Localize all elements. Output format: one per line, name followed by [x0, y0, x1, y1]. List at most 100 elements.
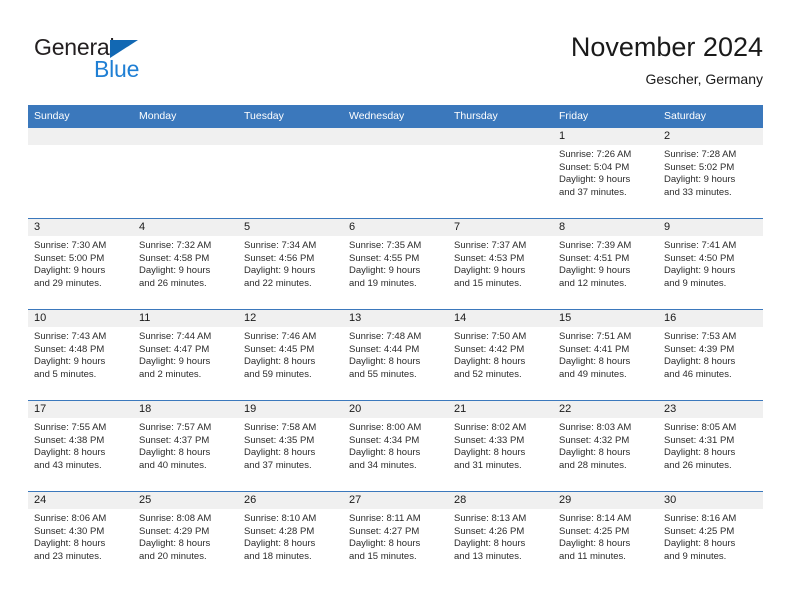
calendar-day-cell[interactable]: 13 Sunrise: 7:48 AM Sunset: 4:44 PM Dayligh…: [343, 309, 448, 401]
calendar-day-cell[interactable]: 21 Sunrise: 8:02 AM Sunset: 4:33 PM Dayligh…: [448, 400, 553, 492]
calendar-day-cell-empty: [238, 127, 343, 219]
day-cell-body: Sunrise: 7:55 AM Sunset: 4:38 PM Daylight:…: [28, 418, 133, 472]
daylight-minutes: and 31 minutes.: [454, 459, 522, 471]
day-number-strip: 18: [133, 401, 238, 418]
sunrise-time: Sunrise: 8:03 AM: [559, 422, 632, 433]
general-blue-logo[interactable]: General Blue: [34, 34, 214, 92]
calendar-day-cell[interactable]: 17 Sunrise: 7:55 AM Sunset: 4:38 PM Dayligh…: [28, 400, 133, 492]
page-header: General Blue November 2024 Gescher, Germ…: [28, 30, 763, 96]
calendar-day-cell[interactable]: 5 Sunrise: 7:34 AM Sunset: 4:56 PM Daylight…: [238, 218, 343, 310]
day-cell-body: Sunrise: 8:08 AM Sunset: 4:29 PM Daylight:…: [133, 509, 238, 563]
calendar-day-cell[interactable]: 30 Sunrise: 8:16 AM Sunset: 4:25 PM Dayligh…: [658, 491, 763, 582]
calendar-day-cell[interactable]: 18 Sunrise: 7:57 AM Sunset: 4:37 PM Dayligh…: [133, 400, 238, 492]
day-number: 13: [349, 312, 362, 324]
day-number-strip: 1: [553, 128, 658, 145]
weekday-header-tuesday: Tuesday: [238, 105, 343, 128]
calendar-day-cell[interactable]: 6 Sunrise: 7:35 AM Sunset: 4:55 PM Daylight…: [343, 218, 448, 310]
day-cell-inner: 25 Sunrise: 8:08 AM Sunset: 4:29 PM Dayligh…: [133, 492, 238, 582]
sunrise-time: Sunrise: 8:00 AM: [349, 422, 422, 433]
calendar-day-cell[interactable]: 23 Sunrise: 8:05 AM Sunset: 4:31 PM Dayligh…: [658, 400, 763, 492]
calendar-day-cell[interactable]: 29 Sunrise: 8:14 AM Sunset: 4:25 PM Dayligh…: [553, 491, 658, 582]
day-cell-inner: [28, 128, 133, 218]
day-cell-body: Sunrise: 7:37 AM Sunset: 4:53 PM Daylight:…: [448, 236, 553, 290]
calendar-day-cell[interactable]: 15 Sunrise: 7:51 AM Sunset: 4:41 PM Dayligh…: [553, 309, 658, 401]
daylight-hours: Daylight: 8 hours: [139, 447, 211, 459]
day-cell-inner: 17 Sunrise: 7:55 AM Sunset: 4:38 PM Dayligh…: [28, 401, 133, 491]
daylight-hours: Daylight: 8 hours: [349, 356, 421, 368]
day-cell-body: Sunrise: 8:06 AM Sunset: 4:30 PM Daylight:…: [28, 509, 133, 563]
day-number-strip: [238, 128, 343, 145]
calendar-day-cell[interactable]: 26 Sunrise: 8:10 AM Sunset: 4:28 PM Dayligh…: [238, 491, 343, 582]
day-cell-body: Sunrise: 8:05 AM Sunset: 4:31 PM Daylight:…: [658, 418, 763, 472]
weekday-header-row: Sunday Monday Tuesday Wednesday Thursday…: [28, 105, 763, 128]
calendar-day-cell[interactable]: 11 Sunrise: 7:44 AM Sunset: 4:47 PM Dayligh…: [133, 309, 238, 401]
calendar-day-cell[interactable]: 27 Sunrise: 8:11 AM Sunset: 4:27 PM Dayligh…: [343, 491, 448, 582]
day-number: 19: [244, 403, 257, 415]
calendar-day-cell[interactable]: 19 Sunrise: 7:58 AM Sunset: 4:35 PM Dayligh…: [238, 400, 343, 492]
day-cell-body: Sunrise: 7:26 AM Sunset: 5:04 PM Daylight:…: [553, 145, 658, 199]
sunset-time: Sunset: 4:31 PM: [664, 434, 735, 446]
daylight-hours: Daylight: 9 hours: [454, 265, 526, 277]
day-cell-body: Sunrise: 7:48 AM Sunset: 4:44 PM Daylight:…: [343, 327, 448, 381]
day-cell-body: Sunrise: 7:50 AM Sunset: 4:42 PM Daylight:…: [448, 327, 553, 381]
calendar-day-cell[interactable]: 22 Sunrise: 8:03 AM Sunset: 4:32 PM Dayligh…: [553, 400, 658, 492]
calendar-day-cell[interactable]: 7 Sunrise: 7:37 AM Sunset: 4:53 PM Daylight…: [448, 218, 553, 310]
calendar-day-cell[interactable]: 14 Sunrise: 7:50 AM Sunset: 4:42 PM Dayligh…: [448, 309, 553, 401]
day-cell-body: Sunrise: 7:30 AM Sunset: 5:00 PM Daylight:…: [28, 236, 133, 290]
day-cell-body: Sunrise: 7:34 AM Sunset: 4:56 PM Daylight:…: [238, 236, 343, 290]
daylight-minutes: and 20 minutes.: [139, 550, 207, 562]
sunset-time: Sunset: 5:00 PM: [34, 252, 105, 264]
day-number-strip: [448, 128, 553, 145]
daylight-minutes: and 52 minutes.: [454, 368, 522, 380]
calendar-day-cell[interactable]: 2 Sunrise: 7:28 AM Sunset: 5:02 PM Daylight…: [658, 127, 763, 219]
daylight-minutes: and 15 minutes.: [454, 277, 522, 289]
day-cell-body: Sunrise: 8:00 AM Sunset: 4:34 PM Daylight:…: [343, 418, 448, 472]
day-cell-body: Sunrise: 7:35 AM Sunset: 4:55 PM Daylight:…: [343, 236, 448, 290]
day-number: 26: [244, 494, 257, 506]
day-number-strip: 30: [658, 492, 763, 509]
daylight-hours: Daylight: 8 hours: [139, 538, 211, 550]
calendar-day-cell[interactable]: 8 Sunrise: 7:39 AM Sunset: 4:51 PM Daylight…: [553, 218, 658, 310]
day-cell-body: Sunrise: 8:13 AM Sunset: 4:26 PM Daylight:…: [448, 509, 553, 563]
sunset-time: Sunset: 4:30 PM: [34, 525, 105, 537]
day-number-strip: 17: [28, 401, 133, 418]
daylight-minutes: and 37 minutes.: [244, 459, 312, 471]
sunrise-time: Sunrise: 8:14 AM: [559, 513, 632, 524]
daylight-minutes: and 33 minutes.: [664, 186, 732, 198]
daylight-hours: Daylight: 8 hours: [244, 356, 316, 368]
sunrise-time: Sunrise: 7:44 AM: [139, 331, 212, 342]
day-cell-inner: 21 Sunrise: 8:02 AM Sunset: 4:33 PM Dayligh…: [448, 401, 553, 491]
daylight-hours: Daylight: 8 hours: [559, 538, 631, 550]
calendar-day-cell[interactable]: 1 Sunrise: 7:26 AM Sunset: 5:04 PM Daylight…: [553, 127, 658, 219]
day-cell-inner: 4 Sunrise: 7:32 AM Sunset: 4:58 PM Daylight…: [133, 219, 238, 309]
daylight-hours: Daylight: 8 hours: [664, 538, 736, 550]
daylight-hours: Daylight: 8 hours: [349, 538, 421, 550]
daylight-hours: Daylight: 8 hours: [664, 356, 736, 368]
calendar-day-cell[interactable]: 4 Sunrise: 7:32 AM Sunset: 4:58 PM Daylight…: [133, 218, 238, 310]
day-number-strip: 28: [448, 492, 553, 509]
day-number: 4: [139, 221, 146, 233]
calendar-day-cell[interactable]: 25 Sunrise: 8:08 AM Sunset: 4:29 PM Dayligh…: [133, 491, 238, 582]
sunrise-time: Sunrise: 7:34 AM: [244, 240, 317, 251]
calendar-day-cell[interactable]: 24 Sunrise: 8:06 AM Sunset: 4:30 PM Dayligh…: [28, 491, 133, 582]
calendar-day-cell[interactable]: 10 Sunrise: 7:43 AM Sunset: 4:48 PM Dayligh…: [28, 309, 133, 401]
calendar-week-row: 10 Sunrise: 7:43 AM Sunset: 4:48 PM Dayligh…: [28, 309, 763, 401]
sunset-time: Sunset: 4:47 PM: [139, 343, 210, 355]
sunrise-time: Sunrise: 8:06 AM: [34, 513, 107, 524]
daylight-hours: Daylight: 9 hours: [244, 265, 316, 277]
daylight-minutes: and 2 minutes.: [139, 368, 202, 380]
day-number-strip: 6: [343, 219, 448, 236]
day-number: 3: [34, 221, 41, 233]
sunset-time: Sunset: 4:27 PM: [349, 525, 420, 537]
calendar-day-cell[interactable]: 12 Sunrise: 7:46 AM Sunset: 4:45 PM Dayligh…: [238, 309, 343, 401]
calendar-day-cell[interactable]: 9 Sunrise: 7:41 AM Sunset: 4:50 PM Daylight…: [658, 218, 763, 310]
sunset-time: Sunset: 4:28 PM: [244, 525, 315, 537]
calendar-day-cell[interactable]: 20 Sunrise: 8:00 AM Sunset: 4:34 PM Dayligh…: [343, 400, 448, 492]
calendar-day-cell[interactable]: 28 Sunrise: 8:13 AM Sunset: 4:26 PM Dayligh…: [448, 491, 553, 582]
calendar-day-cell[interactable]: 16 Sunrise: 7:53 AM Sunset: 4:39 PM Dayligh…: [658, 309, 763, 401]
day-number-strip: 9: [658, 219, 763, 236]
day-number-strip: 13: [343, 310, 448, 327]
calendar-day-cell[interactable]: 3 Sunrise: 7:30 AM Sunset: 5:00 PM Daylight…: [28, 218, 133, 310]
day-cell-inner: 26 Sunrise: 8:10 AM Sunset: 4:28 PM Dayligh…: [238, 492, 343, 582]
day-cell-inner: 3 Sunrise: 7:30 AM Sunset: 5:00 PM Daylight…: [28, 219, 133, 309]
